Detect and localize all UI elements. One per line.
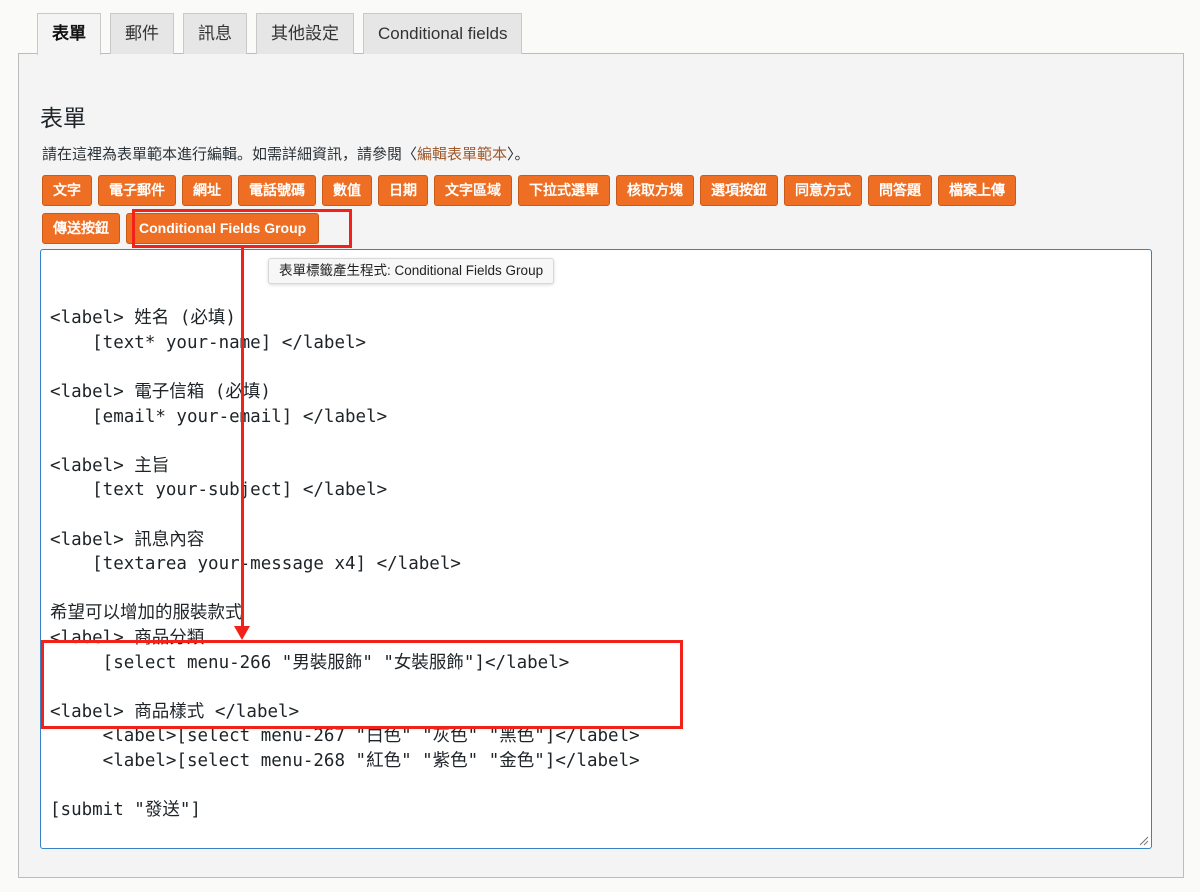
tag-button-email[interactable]: 電子郵件 bbox=[98, 175, 176, 206]
tab-messages[interactable]: 訊息 bbox=[183, 13, 247, 54]
tag-button-submit[interactable]: 傳送按鈕 bbox=[42, 213, 120, 244]
annotation-arrow-line bbox=[241, 248, 244, 628]
tag-generator-row-1: 文字 電子郵件 網址 電話號碼 數值 日期 文字區域 下拉式選單 核取方塊 選項… bbox=[42, 175, 1016, 206]
form-template-editor[interactable]: <label> 姓名 (必填) [text* your-name] </labe… bbox=[40, 249, 1152, 849]
tab-mail[interactable]: 郵件 bbox=[110, 13, 174, 54]
annotation-arrow-head-icon bbox=[234, 626, 250, 640]
editor-line: [text your-subject] </label> bbox=[50, 480, 388, 501]
tag-button-acceptance[interactable]: 同意方式 bbox=[784, 175, 862, 206]
panel-description: 請在這裡為表單範本進行編輯。如需詳細資訊，請參閱〈編輯表單範本〉。 bbox=[42, 143, 530, 164]
tag-button-tel[interactable]: 電話號碼 bbox=[238, 175, 316, 206]
editor-line: <label> 商品樣式 </label> bbox=[50, 701, 300, 722]
editor-line: [email* your-email] </label> bbox=[50, 406, 388, 427]
tab-additional-settings[interactable]: 其他設定 bbox=[256, 13, 354, 54]
editor-line: <label> 主旨 bbox=[50, 455, 170, 476]
tag-button-checkbox[interactable]: 核取方塊 bbox=[616, 175, 694, 206]
edit-form-template-link[interactable]: 編輯表單範本 bbox=[417, 146, 507, 163]
editor-line: [select menu-266 "男裝服飾" "女裝服飾"]</label> bbox=[50, 652, 570, 673]
tab-form[interactable]: 表單 bbox=[37, 13, 101, 55]
resize-handle-icon[interactable] bbox=[1137, 834, 1149, 846]
description-suffix: 〉。 bbox=[507, 146, 530, 163]
editor-line: 希望可以增加的服裝款式 bbox=[50, 603, 243, 624]
tag-button-select[interactable]: 下拉式選單 bbox=[518, 175, 610, 206]
tag-button-quiz[interactable]: 問答題 bbox=[868, 175, 932, 206]
editor-line: <label> 訊息內容 bbox=[50, 529, 205, 550]
tag-button-text[interactable]: 文字 bbox=[42, 175, 92, 206]
tab-conditional-fields[interactable]: Conditional fields bbox=[363, 13, 523, 54]
editor-line: <label>[select menu-268 "紅色" "紫色" "金色"]<… bbox=[50, 750, 640, 771]
editor-line: <label> 商品分類 bbox=[50, 627, 205, 648]
tag-button-radio[interactable]: 選項按鈕 bbox=[700, 175, 778, 206]
editor-line: <label> 電子信箱 (必填) bbox=[50, 381, 271, 402]
tag-button-number[interactable]: 數值 bbox=[322, 175, 372, 206]
editor-line: [submit "發送"] bbox=[50, 800, 201, 821]
editor-line: <label> 姓名 (必填) bbox=[50, 308, 236, 329]
tag-button-textarea[interactable]: 文字區域 bbox=[434, 175, 512, 206]
tag-generator-row-2: 傳送按鈕 Conditional Fields Group bbox=[42, 213, 320, 244]
tag-generator-tooltip: 表單標籤產生程式: Conditional Fields Group bbox=[268, 258, 555, 284]
editor-line: <label>[select menu-267 "白色" "灰色" "黑色"]<… bbox=[50, 726, 640, 747]
panel-title: 表單 bbox=[40, 105, 86, 131]
description-prefix: 請在這裡為表單範本進行編輯。如需詳細資訊，請參閱〈 bbox=[42, 146, 418, 163]
tag-button-file[interactable]: 檔案上傳 bbox=[938, 175, 1016, 206]
tab-bar: 表單 郵件 訊息 其他設定 Conditional fields bbox=[37, 13, 523, 55]
tag-button-date[interactable]: 日期 bbox=[378, 175, 428, 206]
tag-button-conditional-fields-group[interactable]: Conditional Fields Group bbox=[126, 213, 320, 244]
editor-line: [textarea your-message x4] </label> bbox=[50, 554, 461, 575]
tag-button-url[interactable]: 網址 bbox=[182, 175, 232, 206]
editor-line: [text* your-name] </label> bbox=[50, 332, 367, 353]
